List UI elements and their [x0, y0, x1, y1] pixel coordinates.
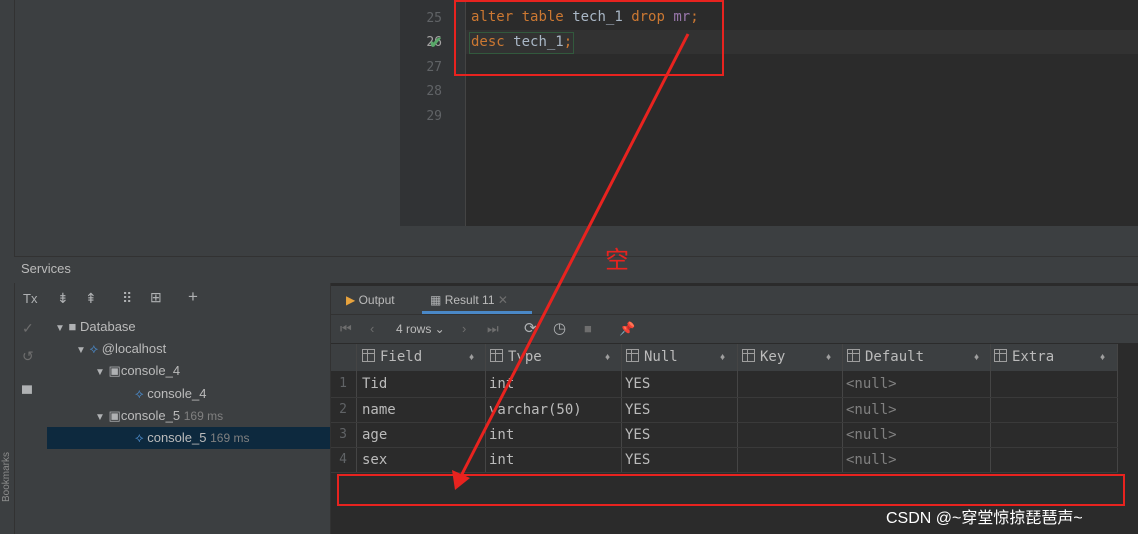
annotation-arrow	[452, 33, 690, 490]
annotation-label: 空	[605, 247, 629, 274]
watermark: CSDN @~穿堂惊掠琵琶声~	[886, 510, 1083, 527]
